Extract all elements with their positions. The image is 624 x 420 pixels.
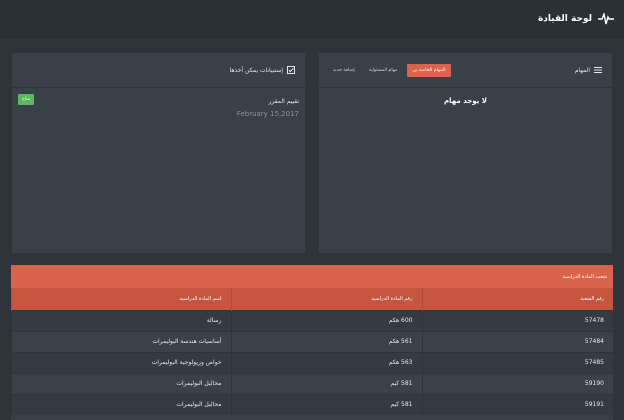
pulse-icon: [598, 12, 614, 25]
table-row[interactable]: 57485 563 هكم خواص وريولوجية البوليمرات: [11, 351, 613, 373]
course-sections-table: شعب المادة الدراسية رقم الشعبة رقم الماد…: [11, 265, 613, 420]
cell-course-name: أساسيات هندسة البوليمرات: [11, 330, 231, 352]
tab-my-tasks[interactable]: المهام الخاصة بي: [407, 63, 451, 77]
surveys-title-label: إستبيانات يمكن أخذها: [229, 66, 283, 74]
survey-item-title[interactable]: تقييم المقرر: [18, 98, 299, 105]
table-row[interactable]: 57478 600 هكم رسالة: [11, 309, 613, 331]
tasks-panel: المهام المهام الخاصة بي مهام المسئولية إ…: [318, 52, 613, 254]
cell-course-name: محاليل البوليمرات: [11, 372, 231, 394]
cell-course-name: رسالة: [11, 309, 231, 331]
tasks-panel-header: المهام المهام الخاصة بي مهام المسئولية إ…: [319, 53, 612, 88]
cell-course-code: 561 هكم: [230, 330, 422, 352]
sections-table: رقم الشعبة رقم المادة الدراسية اسم الماد…: [11, 288, 613, 415]
cell-section: 57485: [421, 351, 613, 373]
table-caption: شعب المادة الدراسية: [11, 265, 613, 288]
table-row[interactable]: 59190 581 كيم محاليل البوليمرات: [11, 372, 613, 394]
cell-section: 57478: [421, 309, 613, 331]
surveys-panel-title: إستبيانات يمكن أخذها: [230, 66, 295, 74]
top-bar: لوحة القيادة: [0, 0, 624, 38]
tasks-tabs: المهام الخاصة بي مهام المسئولية إضافة جد…: [329, 63, 451, 77]
surveys-panel-header: إستبيانات يمكن أخذها: [12, 53, 305, 88]
tab-responsibility-tasks[interactable]: مهام المسئولية: [365, 64, 402, 77]
page-title: لوحة القيادة: [537, 13, 592, 24]
column-header-course-name: اسم المادة الدراسية: [11, 288, 231, 310]
cell-section: 57484: [421, 330, 613, 352]
cell-course-code: 563 هكم: [230, 351, 422, 373]
table-row[interactable]: 57484 561 هكم أساسيات هندسة البوليمرات: [11, 330, 613, 352]
surveys-panel: إستبيانات يمكن أخذها تقييم المقرر Februa…: [11, 52, 306, 254]
tasks-empty-message: لا يوجد مهام: [444, 97, 487, 105]
cell-course-name: محاليل البوليمرات: [11, 393, 231, 415]
cell-section: 59191: [421, 393, 613, 415]
table-header-row: رقم الشعبة رقم المادة الدراسية اسم الماد…: [11, 288, 613, 310]
cell-section: 59190: [421, 372, 613, 394]
list-icon: [594, 67, 602, 73]
cell-course-code: 581 كيم: [230, 393, 422, 415]
survey-item-date: February 15,2017: [236, 110, 299, 118]
column-header-section: رقم الشعبة: [421, 288, 613, 310]
tasks-panel-title: المهام: [575, 67, 602, 74]
column-header-course-code: رقم المادة الدراسية: [230, 288, 422, 310]
checkbox-icon: [287, 66, 295, 74]
survey-item[interactable]: تقييم المقرر February 15,2017 متاح: [12, 88, 305, 148]
cell-course-code: 600 هكم: [230, 309, 422, 331]
tab-add-new[interactable]: إضافة جديد: [329, 64, 359, 77]
cell-course-code: 581 كيم: [230, 372, 422, 394]
cell-course-name: خواص وريولوجية البوليمرات: [11, 351, 231, 373]
table-row[interactable]: 59191 581 كيم محاليل البوليمرات: [11, 393, 613, 415]
status-badge: متاح: [18, 94, 35, 105]
tasks-title-label: المهام: [574, 66, 590, 74]
